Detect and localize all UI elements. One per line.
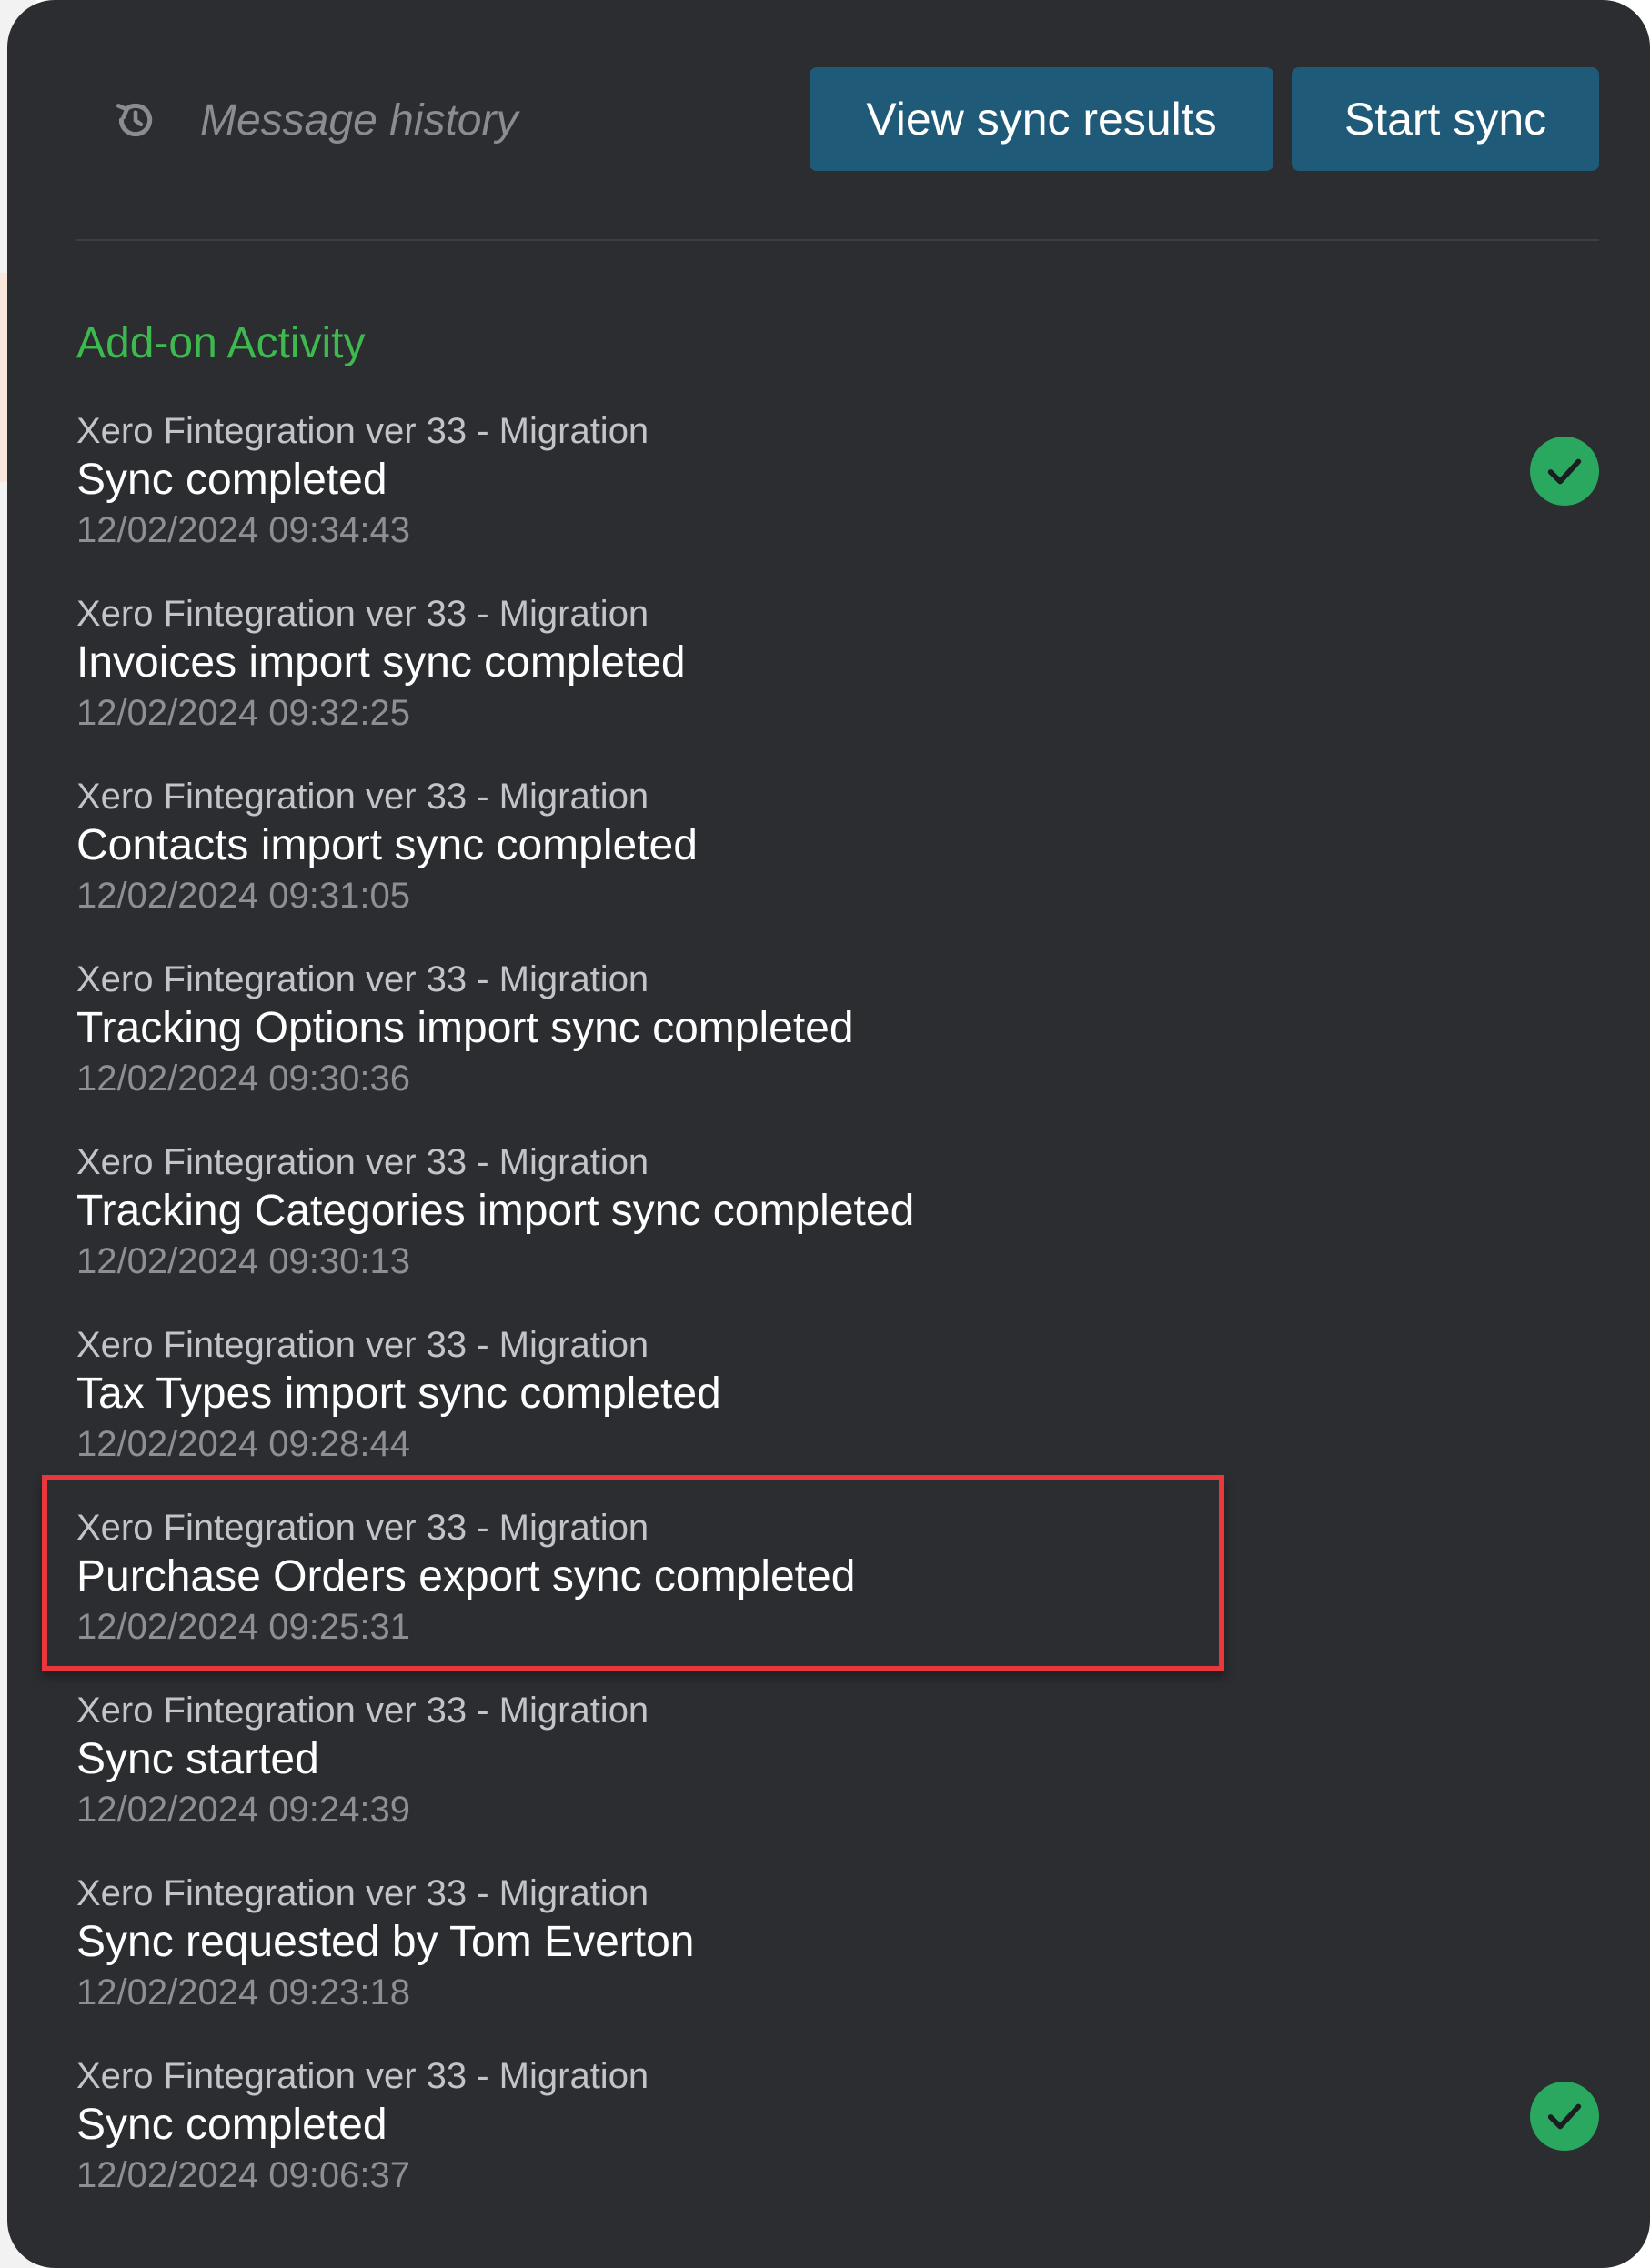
activity-item: Xero Fintegration ver 33 - Migration Inv… (76, 592, 1599, 775)
activity-item: Xero Fintegration ver 33 - Migration Syn… (76, 1689, 1599, 1872)
activity-source: Xero Fintegration ver 33 - Migration (76, 1142, 649, 1182)
activity-message: Purchase Orders export sync completed (76, 1552, 856, 1601)
section-title: Add-on Activity (76, 319, 366, 367)
header-divider (76, 239, 1599, 241)
activity-item: Xero Fintegration ver 33 - Migration Syn… (76, 2054, 1599, 2237)
activity-timestamp: 12/02/2024 09:06:37 (76, 2155, 411, 2195)
activity-item-highlighted: Xero Fintegration ver 33 - Migration Pur… (76, 1506, 1599, 1689)
activity-panel: Message history View sync results Start … (7, 0, 1650, 2268)
message-history-link[interactable]: Message history (113, 93, 518, 147)
message-history-label: Message history (200, 95, 518, 145)
activity-message: Sync completed (76, 2101, 387, 2149)
activity-timestamp: 12/02/2024 09:23:18 (76, 1972, 411, 2012)
activity-message: Sync completed (76, 456, 387, 504)
history-icon (116, 103, 153, 137)
activity-message: Tracking Categories import sync complete… (76, 1187, 915, 1235)
activity-timestamp: 12/02/2024 09:28:44 (76, 1424, 411, 1464)
activity-source: Xero Fintegration ver 33 - Migration (76, 2056, 649, 2096)
activity-source: Xero Fintegration ver 33 - Migration (76, 959, 649, 999)
activity-timestamp: 12/02/2024 09:32:25 (76, 693, 411, 733)
activity-timestamp: 12/02/2024 09:25:31 (76, 1607, 411, 1647)
activity-item: Xero Fintegration ver 33 - Migration Tax… (76, 1323, 1599, 1506)
activity-source: Xero Fintegration ver 33 - Migration (76, 777, 649, 817)
activity-timestamp: 12/02/2024 09:30:13 (76, 1241, 411, 1281)
activity-message: Sync requested by Tom Everton (76, 1918, 695, 1966)
panel-header: Message history View sync results Start … (76, 67, 1599, 171)
activity-item: Xero Fintegration ver 33 - Migration Tra… (76, 1140, 1599, 1323)
activity-source: Xero Fintegration ver 33 - Migration (76, 1873, 649, 1913)
activity-message: Contacts import sync completed (76, 821, 698, 869)
activity-source: Xero Fintegration ver 33 - Migration (76, 1508, 649, 1548)
activity-message: Tax Types import sync completed (76, 1370, 721, 1418)
activity-source: Xero Fintegration ver 33 - Migration (76, 594, 649, 634)
activity-item: Xero Fintegration ver 33 - Migration Tra… (76, 958, 1599, 1140)
activity-message: Tracking Options import sync completed (76, 1004, 854, 1052)
activity-source: Xero Fintegration ver 33 - Migration (76, 1325, 649, 1365)
activity-message: Invoices import sync completed (76, 638, 686, 687)
activity-timestamp: 12/02/2024 09:34:43 (76, 510, 411, 550)
check-circle-icon (1530, 2082, 1599, 2151)
view-sync-results-button[interactable]: View sync results (810, 67, 1273, 171)
activity-timestamp: 12/02/2024 09:24:39 (76, 1790, 411, 1830)
activity-item: Xero Fintegration ver 33 - Migration Con… (76, 775, 1599, 958)
activity-list: Xero Fintegration ver 33 - Migration Syn… (76, 409, 1599, 2237)
activity-item: Xero Fintegration ver 33 - Migration Syn… (76, 1872, 1599, 2054)
start-sync-button[interactable]: Start sync (1292, 67, 1599, 171)
activity-source: Xero Fintegration ver 33 - Migration (76, 411, 649, 451)
check-circle-icon (1530, 437, 1599, 506)
activity-source: Xero Fintegration ver 33 - Migration (76, 1691, 649, 1731)
activity-item: Xero Fintegration ver 33 - Migration Syn… (76, 409, 1599, 592)
activity-timestamp: 12/02/2024 09:30:36 (76, 1059, 411, 1099)
activity-timestamp: 12/02/2024 09:31:05 (76, 876, 411, 916)
activity-message: Sync started (76, 1735, 319, 1783)
